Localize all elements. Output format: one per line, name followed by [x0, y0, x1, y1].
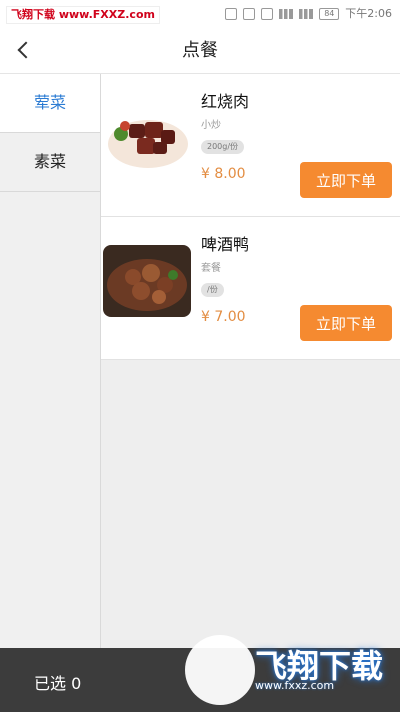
dish-category: 套餐 [201, 263, 221, 274]
dish-name: 啤酒鸭 [201, 235, 250, 254]
page-title: 点餐 [182, 40, 218, 61]
selected-count: 已选 0 [34, 674, 82, 693]
dish-image-hongshaorou [103, 102, 191, 174]
category-vegetable[interactable]: 素菜 [0, 133, 100, 192]
dish-spec: /份 [201, 283, 224, 297]
dish-name: 红烧肉 [201, 92, 250, 111]
dish-image-pijiuya [103, 245, 191, 317]
signal-icon-2 [299, 9, 314, 19]
top-bar: 点餐 [0, 28, 400, 74]
nfc-icon [243, 8, 256, 20]
alarm-icon [261, 8, 274, 20]
bluetooth-icon [225, 8, 238, 20]
dish-category: 小炒 [201, 120, 221, 131]
signal-icon [279, 9, 294, 19]
status-icons: 84 下午2:06 [225, 6, 392, 22]
dish-item-pijiuya: 啤酒鸭 套餐 /份 ¥ 7.00 立即下单 [101, 217, 400, 360]
dish-price: ¥ 7.00 [201, 309, 246, 325]
dish-spec: 200g/份 [201, 140, 245, 154]
watermark-logo-icon [185, 635, 255, 705]
category-sidebar: 荤菜 素菜 [0, 74, 101, 648]
dish-item-hongshaorou: 红烧肉 小炒 200g/份 ¥ 8.00 立即下单 [101, 74, 400, 217]
dish-list: 红烧肉 小炒 200g/份 ¥ 8.00 立即下单 啤酒鸭 套餐 /份 ¥ 7.… [101, 74, 400, 648]
dish-price: ¥ 8.00 [201, 166, 246, 182]
order-now-button[interactable]: 立即下单 [300, 305, 392, 341]
watermark-top: 飞翔下载 www.FXXZ.com [6, 6, 160, 24]
watermark-bottom: 飞翔下载 www.fxxz.com [185, 635, 388, 705]
category-meat[interactable]: 荤菜 [0, 74, 100, 133]
order-now-button[interactable]: 立即下单 [300, 162, 392, 198]
clock: 下午2:06 [345, 7, 392, 20]
battery-icon: 84 [319, 8, 340, 20]
watermark-url: www.fxxz.com [255, 679, 335, 692]
status-bar: 飞翔下载 www.FXXZ.com 84 下午2:06 [0, 0, 400, 28]
